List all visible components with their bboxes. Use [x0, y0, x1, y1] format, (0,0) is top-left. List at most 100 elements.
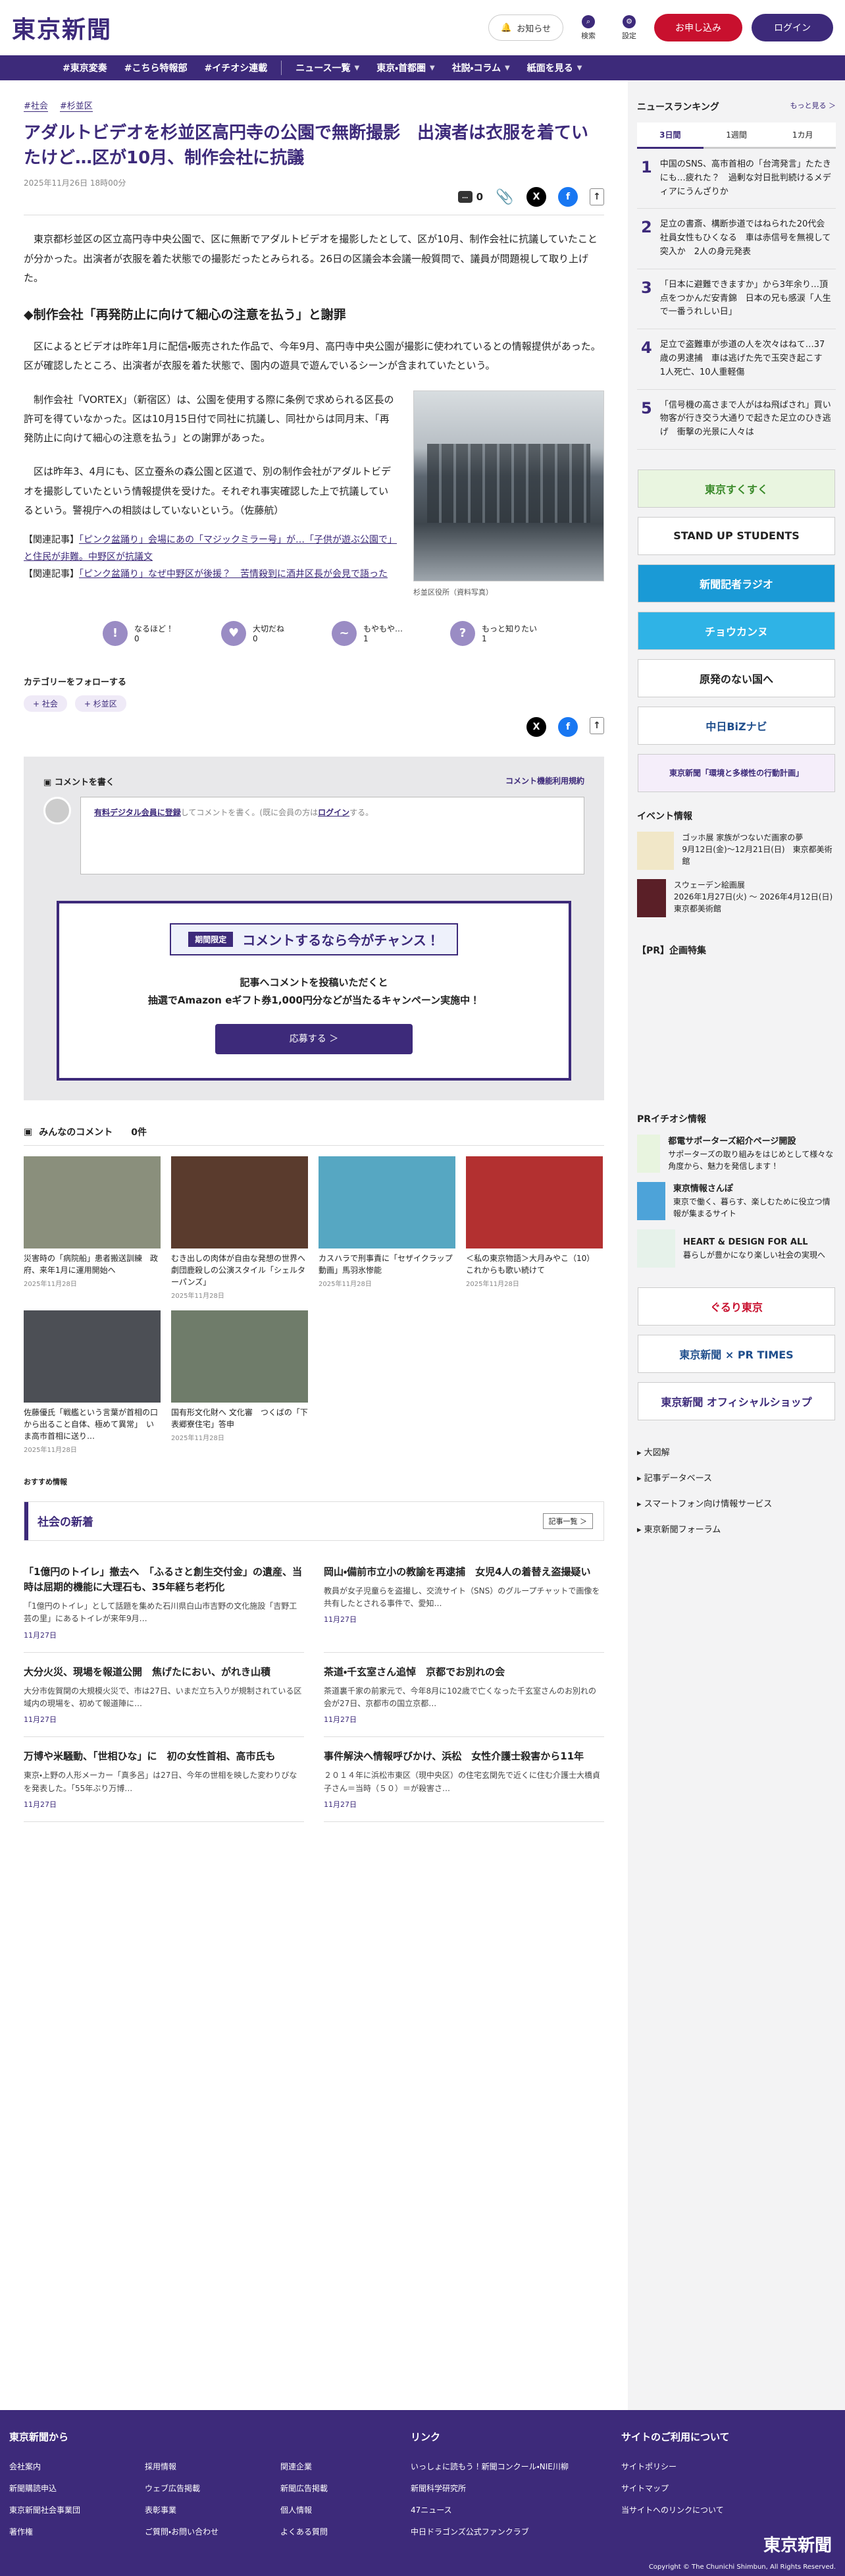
sidebar-link[interactable]: ▸ 大図解 [637, 1439, 836, 1464]
pr-thumbnail[interactable] [637, 1229, 675, 1268]
ranking-item[interactable]: 5 「信号機の高さまで人がはね飛ばされ」買い物客が行き交う大通りで起きた足立のひき… [637, 390, 836, 450]
login-link[interactable]: ログイン [318, 808, 349, 817]
footer-link[interactable]: 東京新聞社会事業団 [9, 2504, 140, 2515]
pr-item[interactable]: 東京情報さんぽ 東京で働く、暮らす、楽しむために役立つ情報が集まるサイト [637, 1181, 836, 1220]
news-headline[interactable]: 「1億円のトイレ」撤去へ 「ふるさと創生交付金」の遺産、当時は屈期的機能に大理石… [24, 1565, 304, 1596]
photo-thumbnail[interactable] [171, 1310, 308, 1403]
footer-link[interactable]: 47ニュース [411, 2504, 621, 2515]
nav-item-tokuhobu[interactable]: #こちら特報部 [116, 55, 196, 80]
share-icon[interactable]: ↑ [590, 188, 604, 206]
sidebar-banner[interactable]: 原発のない国へ [638, 658, 835, 697]
footer-link[interactable]: 会社案内 [9, 2461, 140, 2472]
footer-link[interactable]: いっしょに読もう！新聞コンクール・NIE川柳 [411, 2461, 621, 2472]
footer-link[interactable]: サイトマップ [621, 2482, 831, 2494]
sidebar-banner[interactable]: STAND UP STUDENTS [638, 516, 835, 555]
sidebar-banner[interactable]: 中日BiZナビ [638, 706, 835, 745]
login-button[interactable]: ログイン [752, 14, 833, 41]
facebook-share-icon[interactable]: f [558, 716, 578, 737]
news-headline[interactable]: 茶道・千玄室さん追悼 京都でお別れの会 [324, 1665, 604, 1680]
nav-item-editorial[interactable]: 社説・コラム ▼ [444, 55, 519, 80]
sidebar-banner[interactable]: 東京すくすく [638, 469, 835, 508]
photo-card[interactable]: ＜私の東京物語＞大月みやこ（10） これからも歌い続けて 2025年11月28日 [466, 1156, 603, 1300]
nav-item-tokyo-hensou[interactable]: #東京変奏 [54, 55, 116, 80]
ranking-item[interactable]: 1 中国のSNS、高市首相の「台湾発言」たたきにも…疲れた？ 過剰な対日批判続ける… [637, 149, 836, 209]
sidebar-banner[interactable]: 新聞記者ラジオ [638, 564, 835, 603]
footer-link[interactable]: よくある質問 [280, 2526, 411, 2537]
settings-button[interactable]: ⚙ 設定 [613, 14, 645, 41]
footer-link[interactable]: 個人情報 [280, 2504, 411, 2515]
site-logo[interactable]: 東京新聞 [12, 11, 112, 45]
photo-thumbnail[interactable] [319, 1156, 455, 1248]
pr-item[interactable]: HEART & DESIGN FOR ALL 暮らしが豊かになり楽しい社会の実現へ [637, 1229, 836, 1268]
event-item[interactable]: スウェーデン絵画展 2026年1月27日(火) 〜 2026年4月12日(日) 東… [637, 878, 840, 917]
nav-item-paper[interactable]: 紙面を見る ▼ [519, 55, 591, 80]
sidebar-link[interactable]: ▸ 記事データベース [637, 1464, 836, 1490]
pr-thumbnail[interactable] [637, 1134, 661, 1173]
register-link[interactable]: 有料デジタル会員に登録 [94, 808, 181, 817]
article-list-link[interactable]: 記事一覧 ＞ [542, 1513, 593, 1529]
article-photo[interactable] [413, 390, 604, 581]
sidebar-banner[interactable]: ぐるり東京 [638, 1287, 835, 1326]
news-item[interactable]: 大分火災、現場を報道公開 焦げたにおい、がれき山積 大分市佐賀関の大規模火災で、市… [24, 1653, 304, 1738]
news-item[interactable]: 万博や米騒動、「世相ひな」に 初の女性首相、高市氏も 東京・上野の人形メーカー「真… [24, 1737, 304, 1822]
related-link[interactable]: 「ピンク盆踊り」なぜ中野区が後援？ 苦情殺到に酒井区長が会見で語った [79, 569, 388, 579]
rank-title[interactable]: 中国のSNS、高市首相の「台湾発言」たたきにも…疲れた？ 過剰な対日批判続けるメ… [660, 158, 832, 199]
footer-link[interactable]: ウェブ広告掲載 [145, 2482, 275, 2494]
notice-button[interactable]: 🔔 お知らせ [488, 14, 563, 41]
event-title[interactable]: スウェーデン絵画展 [674, 879, 836, 891]
pr-title[interactable]: HEART & DESIGN FOR ALL [683, 1236, 825, 1249]
sidebar-link-label[interactable]: スマートフォン向け情報サービス [644, 1499, 773, 1509]
nav-item-tokyo[interactable]: 東京・首都圏 ▼ [368, 55, 443, 80]
ranking-item[interactable]: 4 足立で盗難車が歩道の人を次々はねて…37歳の男逮捕 車は逃げた先で玉突き起こす… [637, 329, 836, 390]
sidebar-banner[interactable]: チョウカンヌ [638, 611, 835, 650]
sidebar-banner[interactable]: 東京新聞「環境と多様性の行動計画」 [638, 753, 835, 792]
ranking-more-link[interactable]: もっと見る ＞ [790, 100, 836, 113]
nav-item-news-list[interactable]: ニュース一覧 ▼ [287, 55, 368, 80]
reaction-motto[interactable]: ? もっと知りたい 1 [450, 620, 537, 646]
photo-thumbnail[interactable] [171, 1156, 308, 1248]
reaction-taisetsu[interactable]: ♥ 大切だね 0 [221, 620, 284, 646]
reaction-moyamoya[interactable]: ~ もやもや… 1 [332, 620, 403, 646]
nav-item-ichioshi[interactable]: #イチオシ連載 [195, 55, 276, 80]
news-headline[interactable]: 岡山・備前市立小の教諭を再逮捕 女児4人の着替え盗撮疑い [324, 1565, 604, 1580]
sidebar-banner[interactable]: 東京新聞 オフィシャルショップ [638, 1382, 835, 1420]
x-share-icon[interactable]: X [526, 187, 546, 207]
footer-link[interactable]: 新聞広告掲載 [280, 2482, 411, 2494]
news-headline[interactable]: 事件解決へ情報呼びかけ、浜松 女性介護士殺害から11年 [324, 1749, 604, 1764]
reaction-naruhodo[interactable]: ! なるほど！ 0 [103, 620, 174, 646]
footer-link[interactable]: 採用情報 [145, 2461, 275, 2472]
news-item[interactable]: 「1億円のトイレ」撤去へ 「ふるさと創生交付金」の遺産、当時は屈期的機能に大理石… [24, 1553, 304, 1653]
sidebar-link[interactable]: ▸ スマートフォン向け情報サービス [637, 1490, 836, 1516]
photo-title[interactable]: ＜私の東京物語＞大月みやこ（10） これからも歌い続けて [466, 1252, 603, 1276]
pr-thumbnail[interactable] [637, 1181, 665, 1220]
pr-title[interactable]: 東京情報さんぽ [673, 1183, 836, 1196]
facebook-share-icon[interactable]: f [558, 187, 578, 207]
footer-logo[interactable]: 東京新聞 [763, 2532, 832, 2556]
sidebar-link-label[interactable]: 東京新聞フォーラム [644, 1525, 721, 1535]
footer-link[interactable]: 関連企業 [280, 2461, 411, 2472]
rank-title[interactable]: 「日本に避難できますか」から3年余り…頂点をつかんだ安青錦 日本の兄も感涙「人生… [660, 279, 832, 319]
ranking-item[interactable]: 2 足立の書斎、構断歩道ではねられた20代会社員女性もひくなる 車は赤信号を無視し… [637, 209, 836, 269]
share-icon[interactable]: ↑ [590, 716, 604, 734]
ranking-item[interactable]: 3 「日本に避難できますか」から3年余り…頂点をつかんだ安青錦 日本の兄も感涙「人… [637, 269, 836, 330]
event-thumbnail[interactable] [637, 878, 666, 917]
follow-tag[interactable]: + 社会 [24, 695, 67, 712]
event-thumbnail[interactable] [637, 831, 675, 870]
comment-count[interactable]: … 0 [457, 191, 483, 203]
sidebar-banner[interactable]: 東京新聞 × PR TIMES [638, 1334, 835, 1373]
news-item[interactable]: 事件解決へ情報呼びかけ、浜松 女性介護士殺害から11年 ２０１４年に浜松市東区（現… [324, 1737, 604, 1822]
photo-card[interactable]: むき出しの肉体が自由な発想の世界へ 劇団鹿殺しの公演スタイル「シェルターパンズ」… [171, 1156, 313, 1300]
footer-link[interactable]: 表彰事業 [145, 2504, 275, 2515]
search-button[interactable]: ⌕ 検索 [573, 14, 604, 41]
follow-tag[interactable]: + 杉並区 [74, 695, 126, 712]
footer-link[interactable]: 当サイトへのリンクについて [621, 2504, 831, 2515]
comment-input[interactable]: 有料デジタル会員に登録してコメントを書く。(既に会員の方はログインする。 [80, 796, 584, 874]
apply-campaign-button[interactable]: 応募する ＞ [215, 1023, 413, 1054]
photo-card[interactable]: 国有形文化財へ 文化審 つくばの「下表郷寮住宅」答申 2025年11月28日 [171, 1310, 308, 1454]
photo-thumbnail[interactable] [24, 1310, 161, 1403]
tag-link[interactable]: #社会 [24, 99, 48, 112]
sidebar-link-label[interactable]: 記事データベース [644, 1474, 712, 1484]
paperclip-icon[interactable]: 📎 [495, 187, 515, 207]
footer-link[interactable]: 新聞購読申込 [9, 2482, 140, 2494]
comment-rules-link[interactable]: コメント機能利用規約 [505, 775, 584, 788]
